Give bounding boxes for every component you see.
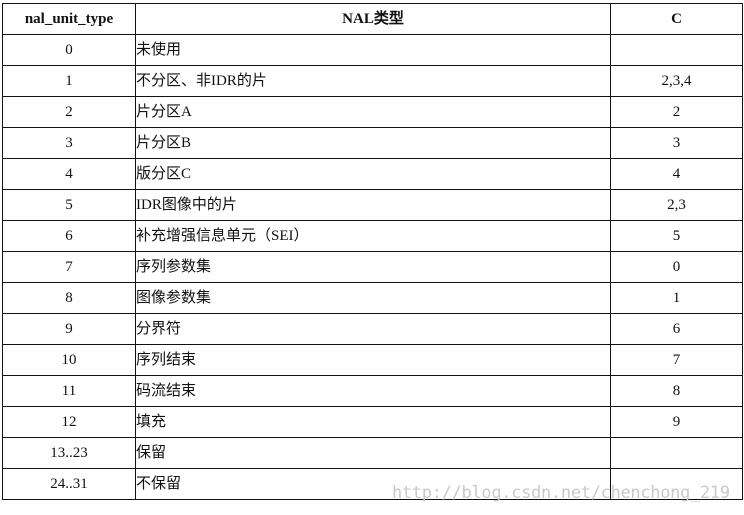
type-cell: 6 bbox=[2, 220, 136, 252]
type-cell: 4 bbox=[2, 158, 136, 190]
nal-type-cell: 片分区A bbox=[135, 96, 611, 128]
type-cell: 9 bbox=[2, 313, 136, 345]
type-cell: 3 bbox=[2, 127, 136, 159]
c-cell: 2,3,4 bbox=[610, 65, 743, 97]
nal-type-cell: 不分区、非IDR的片 bbox=[135, 65, 611, 97]
type-cell: 13..23 bbox=[2, 437, 136, 469]
c-cell: 6 bbox=[610, 313, 743, 345]
c-cell: 5 bbox=[610, 220, 743, 252]
type-cell: 7 bbox=[2, 251, 136, 283]
table-row: 7 序列参数集 0 bbox=[2, 251, 743, 283]
table-row: 13..23 保留 bbox=[2, 437, 743, 469]
type-cell: 24..31 bbox=[2, 468, 136, 500]
header-c: C bbox=[610, 3, 743, 35]
nal-type-cell: 序列参数集 bbox=[135, 251, 611, 283]
table-row: 3 片分区B 3 bbox=[2, 127, 743, 159]
nal-type-cell: 填充 bbox=[135, 406, 611, 438]
nal-type-cell: 图像参数集 bbox=[135, 282, 611, 314]
nal-type-cell: 版分区C bbox=[135, 158, 611, 190]
nal-type-cell: 码流结束 bbox=[135, 375, 611, 407]
c-cell bbox=[610, 34, 743, 66]
c-cell: 8 bbox=[610, 375, 743, 407]
type-cell: 0 bbox=[2, 34, 136, 66]
c-cell: 4 bbox=[610, 158, 743, 190]
table-row: 1 不分区、非IDR的片 2,3,4 bbox=[2, 65, 743, 97]
nal-type-cell: 片分区B bbox=[135, 127, 611, 159]
table-row: 2 片分区A 2 bbox=[2, 96, 743, 128]
table-row: 10 序列结束 7 bbox=[2, 344, 743, 376]
nal-type-cell: 序列结束 bbox=[135, 344, 611, 376]
c-cell: 3 bbox=[610, 127, 743, 159]
table-row: 4 版分区C 4 bbox=[2, 158, 743, 190]
table-row: 11 码流结束 8 bbox=[2, 375, 743, 407]
table-row: 0 未使用 bbox=[2, 34, 743, 66]
type-cell: 11 bbox=[2, 375, 136, 407]
header-row: nal_unit_type NAL类型 C bbox=[2, 3, 743, 35]
c-cell: 1 bbox=[610, 282, 743, 314]
nal-type-cell: 保留 bbox=[135, 437, 611, 469]
c-cell bbox=[610, 437, 743, 469]
nal-type-cell: IDR图像中的片 bbox=[135, 189, 611, 221]
c-cell: 2,3 bbox=[610, 189, 743, 221]
header-nal-type: NAL类型 bbox=[135, 3, 611, 35]
type-cell: 2 bbox=[2, 96, 136, 128]
type-cell: 8 bbox=[2, 282, 136, 314]
type-cell: 5 bbox=[2, 189, 136, 221]
table-row: 6 补充增强信息单元（SEI） 5 bbox=[2, 220, 743, 252]
watermark-url: http://blog.csdn.net/chenchong_219 bbox=[392, 483, 730, 503]
type-cell: 12 bbox=[2, 406, 136, 438]
c-cell: 0 bbox=[610, 251, 743, 283]
table-row: 9 分界符 6 bbox=[2, 313, 743, 345]
nal-type-cell: 分界符 bbox=[135, 313, 611, 345]
nal-type-cell: 未使用 bbox=[135, 34, 611, 66]
header-nal-unit-type: nal_unit_type bbox=[2, 3, 136, 35]
table-row: 8 图像参数集 1 bbox=[2, 282, 743, 314]
c-cell: 7 bbox=[610, 344, 743, 376]
c-cell: 2 bbox=[610, 96, 743, 128]
table-row: 12 填充 9 bbox=[2, 406, 743, 438]
type-cell: 10 bbox=[2, 344, 136, 376]
nal-unit-type-table: nal_unit_type NAL类型 C 0 未使用 1 不分区、非IDR的片 2,3… bbox=[2, 3, 743, 500]
nal-type-cell: 补充增强信息单元（SEI） bbox=[135, 220, 611, 252]
type-cell: 1 bbox=[2, 65, 136, 97]
c-cell: 9 bbox=[610, 406, 743, 438]
table-row: 5 IDR图像中的片 2,3 bbox=[2, 189, 743, 221]
